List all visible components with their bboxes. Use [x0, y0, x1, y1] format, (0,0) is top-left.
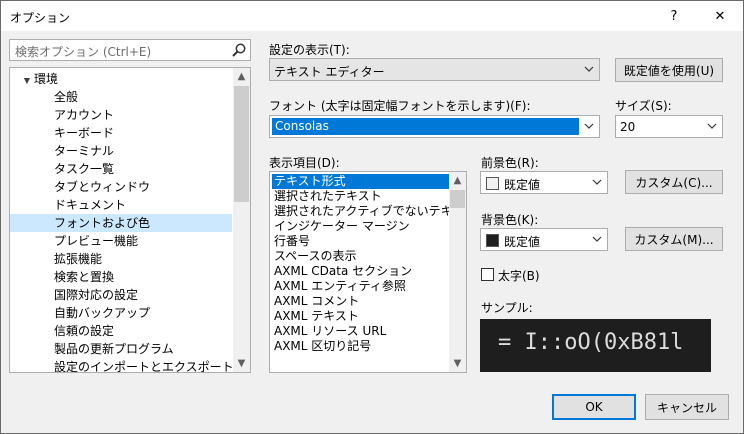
foreground-value: 既定値: [504, 178, 541, 192]
display-item[interactable]: 選択されたアクティブでないテキスト: [272, 204, 466, 219]
font-dropdown[interactable]: Consolas: [269, 115, 600, 138]
search-icon[interactable]: [231, 42, 247, 58]
sample-preview: = I::oO(0xB81l: [480, 319, 711, 372]
tree-item-label: 設定のインポートとエクスポート: [54, 360, 234, 373]
display-item[interactable]: AXML 区切り記号: [272, 339, 450, 354]
display-items-scroll-thumb[interactable]: [450, 190, 465, 208]
window-title: オプション: [10, 11, 71, 25]
background-value: 既定値: [504, 235, 541, 249]
tree-item[interactable]: 自動バックアップ: [10, 304, 232, 322]
tree-item-label: フォントおよび色: [54, 216, 151, 230]
tree-root-environment[interactable]: ▲ 環境: [10, 70, 232, 88]
show-settings-dropdown[interactable]: テキスト エディター: [269, 58, 600, 81]
background-dropdown[interactable]: 既定値: [480, 228, 608, 251]
bold-label[interactable]: 太字(B): [498, 267, 540, 284]
tree-item[interactable]: ターミナル: [10, 142, 232, 160]
tree-item-label: 製品の更新プログラム: [54, 342, 174, 356]
tree-item-label: タスク一覧: [54, 162, 115, 176]
chevron-down-icon: [584, 123, 594, 129]
tree-scrollbar[interactable]: ▲ ▼: [233, 68, 250, 372]
tree-root-label: 環境: [34, 72, 59, 86]
tree-item-label: プレビュー機能: [54, 234, 139, 248]
sample-label: サンプル:: [481, 301, 533, 315]
display-items-label: 表示項目(D):: [269, 156, 340, 170]
foreground-custom-button[interactable]: カスタム(C)...: [625, 170, 723, 194]
tree-item-label: タブとウィンドウ: [54, 180, 151, 194]
tree-item[interactable]: 拡張機能: [10, 250, 232, 268]
tree-item[interactable]: 国際対応の設定: [10, 286, 232, 304]
display-item[interactable]: テキスト形式: [272, 174, 450, 189]
scroll-down-icon[interactable]: ▼: [449, 355, 466, 372]
background-label: 背景色(K):: [481, 213, 539, 227]
display-item[interactable]: 行番号: [272, 234, 450, 249]
foreground-dropdown[interactable]: 既定値: [480, 171, 608, 194]
tree-item-label: 信頼の設定: [54, 324, 115, 338]
options-tree[interactable]: ▲ 環境 全般 アカウント キーボード ターミナル タスク一覧 タブとウィンドウ ドキュメントフ…: [9, 67, 251, 373]
display-item[interactable]: 選択されたテキスト: [272, 189, 450, 204]
title-bar: オプション ? ✕: [1, 1, 743, 31]
size-value: 20: [620, 120, 636, 134]
tree-item-label: 全般: [54, 90, 79, 104]
font-label: フォント (太字は固定幅フォントを示します)(F):: [269, 99, 531, 113]
tree-item[interactable]: タブとウィンドウ: [10, 178, 232, 196]
display-item[interactable]: スペースの表示: [272, 249, 450, 264]
tree-item[interactable]: ドキュメント: [10, 196, 232, 214]
display-items-scrollbar[interactable]: ▲ ▼: [449, 172, 466, 372]
tree-item[interactable]: プレビュー機能: [10, 232, 232, 250]
tree-item[interactable]: フォントおよび色: [10, 214, 232, 232]
size-dropdown[interactable]: 20: [615, 115, 723, 138]
search-placeholder: 検索オプション (Ctrl+E): [15, 45, 152, 59]
scroll-up-icon[interactable]: ▲: [449, 172, 466, 189]
tree-item-label: 拡張機能: [54, 252, 103, 266]
show-settings-value: テキスト エディター: [274, 65, 385, 79]
ok-button[interactable]: OK: [552, 394, 636, 420]
background-custom-button[interactable]: カスタム(M)...: [625, 227, 723, 251]
tree-scroll-thumb[interactable]: [234, 86, 249, 202]
tree-item-label: ドキュメント: [54, 198, 127, 212]
display-item[interactable]: インジケーター マージン: [272, 219, 450, 234]
tree-item[interactable]: 全般: [10, 88, 232, 106]
tree-item[interactable]: アカウント: [10, 106, 232, 124]
show-settings-label: 設定の表示(T):: [269, 43, 350, 57]
scroll-down-icon[interactable]: ▼: [233, 355, 250, 372]
help-icon: ?: [670, 8, 678, 24]
tree-item[interactable]: タスク一覧: [10, 160, 232, 178]
close-icon: ✕: [714, 8, 726, 24]
display-item[interactable]: AXML CData セクション: [272, 264, 450, 279]
display-item[interactable]: AXML リソース URL: [272, 324, 450, 339]
cancel-button[interactable]: キャンセル: [645, 394, 729, 420]
options-dialog: オプション ? ✕ 検索オプション (Ctrl+E) ▲ 環境 全般 アカウント キーボ…: [0, 0, 744, 434]
tree-item[interactable]: 製品の更新プログラム: [10, 340, 232, 358]
chevron-down-icon: [592, 179, 602, 185]
scroll-up-icon[interactable]: ▲: [233, 68, 250, 85]
bold-checkbox[interactable]: [481, 268, 494, 281]
help-button[interactable]: ?: [651, 1, 697, 31]
tree-item[interactable]: 設定のインポートとエクスポート: [10, 358, 234, 373]
sample-text: = I::oO(0xB81l: [498, 330, 684, 355]
font-value: Consolas: [275, 119, 329, 133]
chevron-down-icon: [707, 123, 717, 129]
foreground-swatch: [486, 177, 499, 190]
chevron-down-icon: [592, 236, 602, 242]
use-defaults-button[interactable]: 既定値を使用(U): [615, 58, 723, 82]
size-label: サイズ(S):: [615, 99, 672, 113]
display-item[interactable]: AXML コメント: [272, 294, 450, 309]
background-swatch: [486, 234, 499, 247]
tree-item[interactable]: 信頼の設定: [10, 322, 232, 340]
foreground-label: 前景色(R):: [481, 156, 539, 170]
display-item[interactable]: AXML テキスト: [272, 309, 450, 324]
tree-item-label: 自動バックアップ: [54, 306, 151, 320]
tree-item-label: キーボード: [54, 126, 115, 140]
tree-item-label: 検索と置換: [54, 270, 115, 284]
display-items-list[interactable]: テキスト形式 選択されたテキスト 選択されたアクティブでないテキスト インジケーター …: [269, 171, 467, 373]
tree-item[interactable]: 検索と置換: [10, 268, 232, 286]
tree-item-label: 国際対応の設定: [54, 288, 139, 302]
tree-item-label: アカウント: [54, 108, 115, 122]
chevron-down-icon: [584, 66, 594, 72]
tree-item-label: ターミナル: [54, 144, 115, 158]
tree-item[interactable]: キーボード: [10, 124, 232, 142]
search-input[interactable]: 検索オプション (Ctrl+E): [9, 39, 251, 61]
close-button[interactable]: ✕: [697, 1, 743, 31]
display-item[interactable]: AXML エンティティ参照: [272, 279, 450, 294]
